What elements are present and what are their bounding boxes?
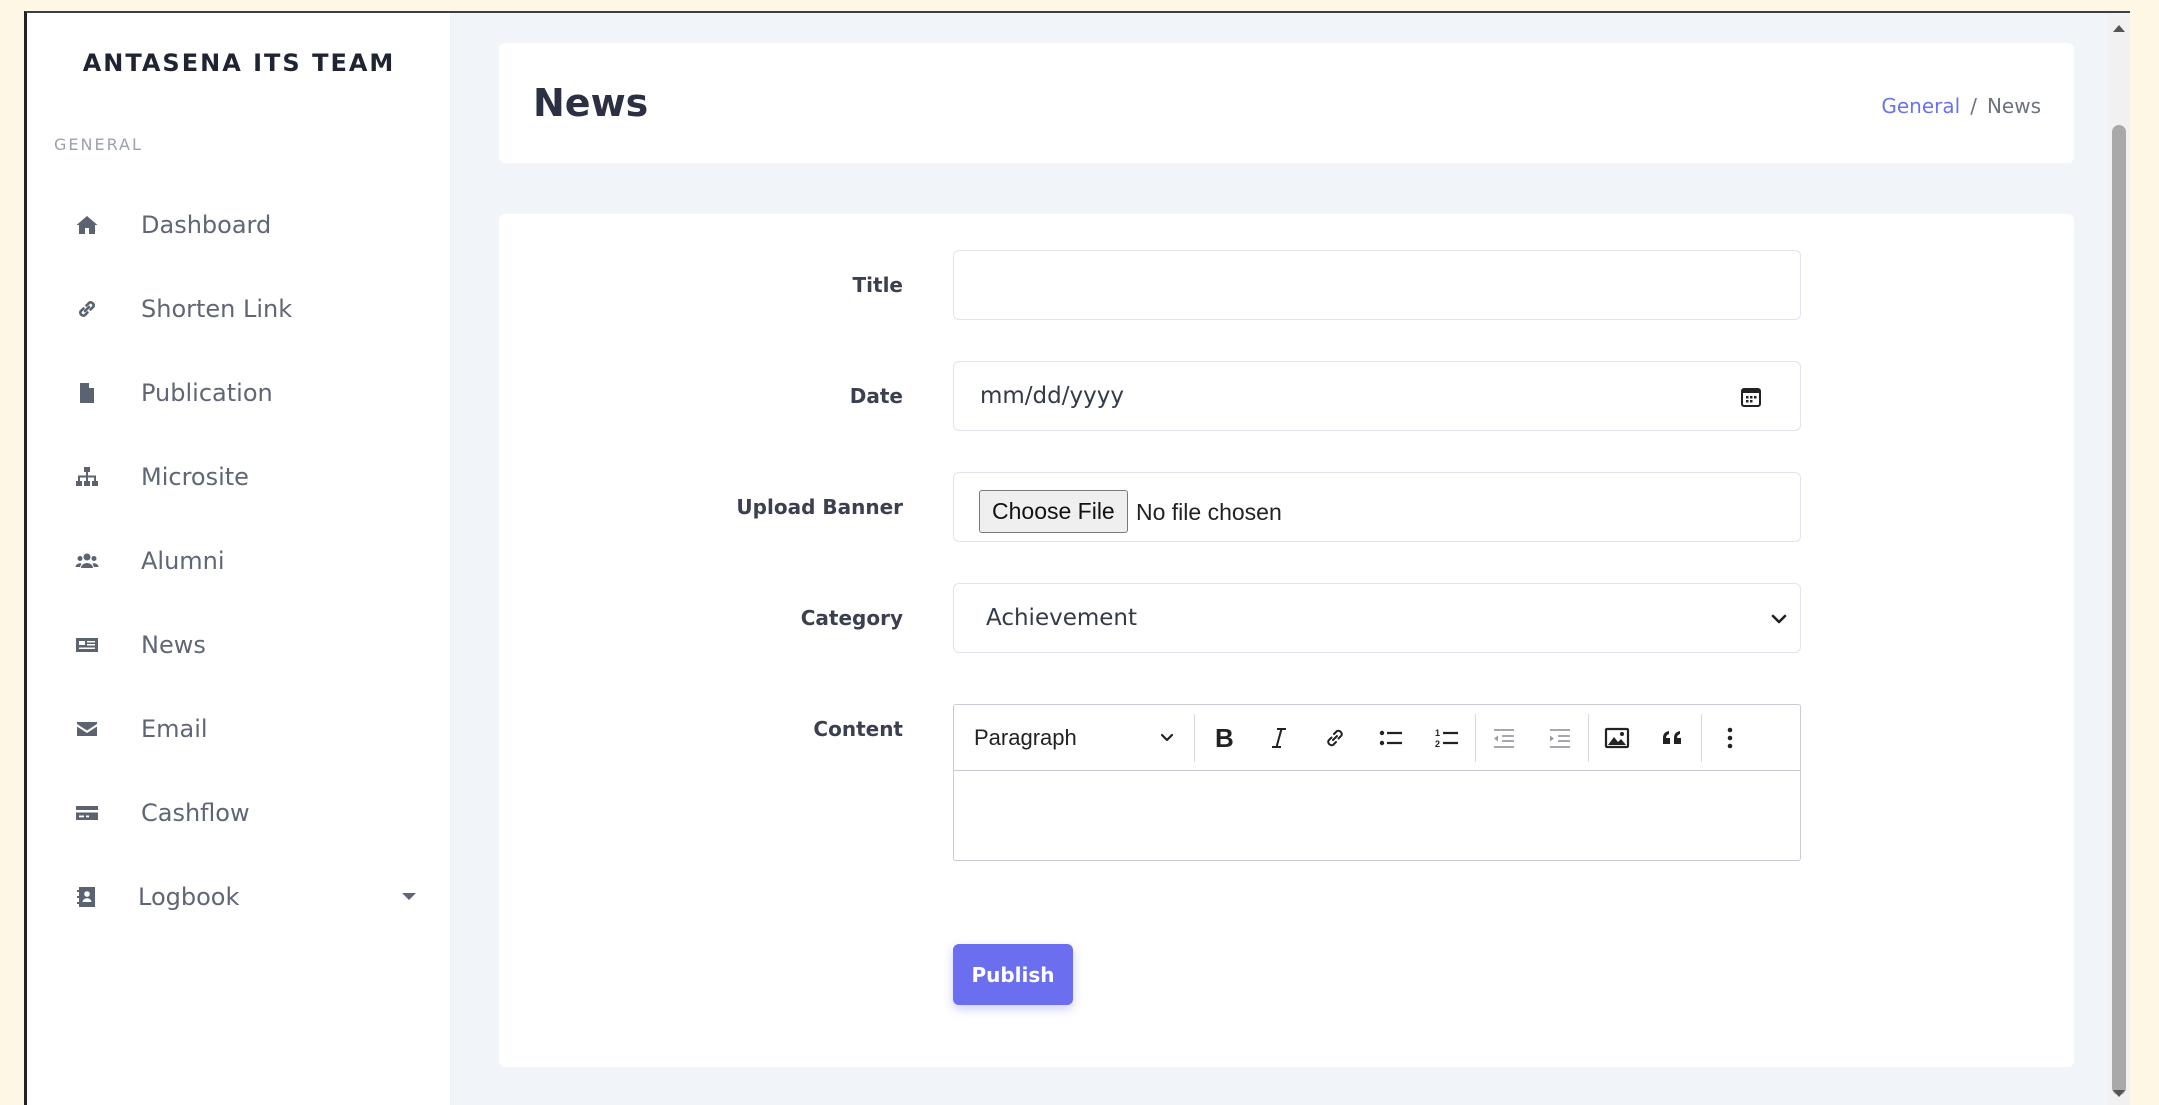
numbered-list-button[interactable]: 12 xyxy=(1419,705,1475,770)
image-icon xyxy=(1604,727,1630,748)
quote-icon xyxy=(1663,730,1681,744)
scrollbar-thumb[interactable] xyxy=(2112,125,2126,1095)
link-icon xyxy=(72,294,102,324)
svg-text:B: B xyxy=(1215,724,1234,752)
date-placeholder: mm/dd/yyyy xyxy=(980,383,1124,409)
paragraph-format-dropdown[interactable]: Paragraph xyxy=(954,705,1194,770)
publish-button[interactable]: Publish xyxy=(953,944,1073,1005)
category-select[interactable]: Achievement xyxy=(953,583,1801,653)
newspaper-icon xyxy=(72,630,102,660)
chevron-down-icon xyxy=(1771,614,1787,624)
brand-title: ANTASENA ITS TEAM xyxy=(82,49,396,77)
more-options-button[interactable] xyxy=(1702,705,1758,770)
breadcrumb-separator: / xyxy=(1970,94,1977,118)
content-editor-body[interactable] xyxy=(954,771,1800,861)
app-window: ANTASENA ITS TEAM GENERAL Dashboard Shor… xyxy=(24,11,2130,1105)
scroll-down-arrow-icon[interactable] xyxy=(2113,1090,2125,1097)
indent-button[interactable] xyxy=(1532,705,1588,770)
category-selected-value: Achievement xyxy=(986,605,1138,631)
users-icon xyxy=(72,546,102,576)
svg-text:1: 1 xyxy=(1435,728,1440,738)
bold-button[interactable]: B xyxy=(1195,705,1251,770)
italic-icon xyxy=(1272,727,1286,748)
page-title: News xyxy=(533,81,649,125)
envelope-icon xyxy=(72,714,102,744)
sidebar-item-label: News xyxy=(141,631,206,659)
title-input[interactable] xyxy=(954,251,1800,319)
block-quote-button[interactable] xyxy=(1645,705,1701,770)
calendar-icon[interactable] xyxy=(1740,386,1762,408)
sidebar-item-email[interactable]: Email xyxy=(27,687,451,771)
caret-down-icon[interactable] xyxy=(402,893,416,900)
paragraph-format-label: Paragraph xyxy=(974,724,1077,750)
sidebar-item-news[interactable]: News xyxy=(27,603,451,687)
content-editor: Paragraph B 1 2 xyxy=(953,704,1801,861)
sidebar-item-label: Alumni xyxy=(141,547,225,575)
link-button[interactable] xyxy=(1307,705,1363,770)
sidebar-item-cashflow[interactable]: Cashflow xyxy=(27,771,451,855)
indent-icon xyxy=(1550,728,1570,748)
upload-banner-field: Choose File No file chosen xyxy=(953,472,1801,542)
sidebar-item-label: Cashflow xyxy=(141,799,250,827)
sidebar-item-label: Publication xyxy=(141,379,273,407)
file-icon xyxy=(72,378,102,408)
sidebar-item-label: Logbook xyxy=(138,883,240,911)
page-scrollbar[interactable] xyxy=(2108,13,2130,1105)
content-label: Content xyxy=(813,717,903,741)
vertical-dots-icon xyxy=(1727,727,1733,748)
sidebar-item-label: Microsite xyxy=(141,463,249,491)
breadcrumb-link-general[interactable]: General xyxy=(1881,94,1960,118)
credit-card-icon xyxy=(72,798,102,828)
sidebar: ANTASENA ITS TEAM GENERAL Dashboard Shor… xyxy=(27,13,451,1105)
link-icon xyxy=(1327,729,1343,746)
numbered-list-icon: 12 xyxy=(1435,728,1458,749)
italic-button[interactable] xyxy=(1251,705,1307,770)
choose-file-button[interactable]: Choose File xyxy=(979,490,1128,533)
outdent-button[interactable] xyxy=(1476,705,1532,770)
sidebar-section-label: GENERAL xyxy=(54,135,143,154)
home-icon xyxy=(72,210,102,240)
bulleted-list-icon xyxy=(1379,730,1402,745)
page-header: News General / News xyxy=(499,43,2074,163)
sidebar-nav: Dashboard Shorten Link Publication Micro… xyxy=(27,183,451,939)
breadcrumb-current: News xyxy=(1986,94,2041,118)
sidebar-item-publication[interactable]: Publication xyxy=(27,351,451,435)
svg-text:2: 2 xyxy=(1435,739,1440,749)
news-form: Title Date mm/dd/yyyy Upload Banner Choo… xyxy=(499,214,2074,1067)
sidebar-item-alumni[interactable]: Alumni xyxy=(27,519,451,603)
editor-toolbar: Paragraph B 1 2 xyxy=(954,705,1800,771)
upload-banner-label: Upload Banner xyxy=(736,495,903,519)
breadcrumb: General / News xyxy=(1881,94,2041,118)
bold-icon: B xyxy=(1215,724,1234,752)
file-status: No file chosen xyxy=(1136,499,1282,525)
scroll-up-arrow-icon[interactable] xyxy=(2113,25,2125,32)
sidebar-item-logbook[interactable]: Logbook xyxy=(27,855,451,939)
outdent-icon xyxy=(1494,728,1514,748)
insert-image-button[interactable] xyxy=(1589,705,1645,770)
address-book-icon xyxy=(72,882,102,912)
date-input[interactable]: mm/dd/yyyy xyxy=(953,361,1801,431)
sidebar-item-label: Dashboard xyxy=(141,211,272,239)
sidebar-item-microsite[interactable]: Microsite xyxy=(27,435,451,519)
sidebar-item-label: Email xyxy=(141,715,208,743)
bulleted-list-button[interactable] xyxy=(1363,705,1419,770)
title-field-wrapper xyxy=(953,250,1801,320)
sitemap-icon xyxy=(72,462,102,492)
date-label: Date xyxy=(849,384,903,408)
chevron-down-icon xyxy=(1160,733,1174,742)
sidebar-item-shorten-link[interactable]: Shorten Link xyxy=(27,267,451,351)
sidebar-item-dashboard[interactable]: Dashboard xyxy=(27,183,451,267)
category-label: Category xyxy=(800,606,903,630)
sidebar-item-label: Shorten Link xyxy=(141,295,293,323)
title-label: Title xyxy=(852,273,903,297)
